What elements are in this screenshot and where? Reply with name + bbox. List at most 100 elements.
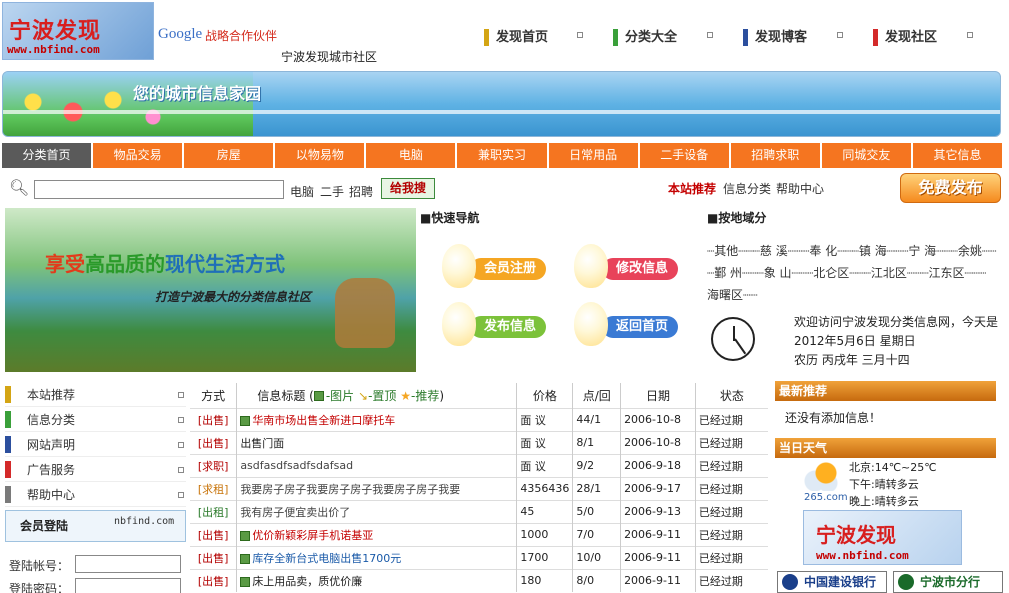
sidebar-item-statement[interactable]: 网站声明 xyxy=(5,433,186,457)
row-title[interactable]: 华南市场出售全新进口摩托车 xyxy=(236,407,518,431)
register-button[interactable]: 会员注册 xyxy=(442,244,554,290)
row-type: [出售] xyxy=(190,430,238,454)
category-info-link[interactable]: 信息分类 xyxy=(723,180,771,197)
welcome-line: 欢迎访问宁波发现分类信息网，今天是 xyxy=(794,315,999,329)
row-price: 面 议 xyxy=(516,407,574,431)
category-tab[interactable]: 分类首页 xyxy=(2,143,94,168)
sidebar-item-recommend[interactable]: 本站推荐 xyxy=(5,383,186,407)
row-type-label: [出售] xyxy=(197,413,229,427)
category-tab[interactable]: 二手设备 xyxy=(639,143,731,168)
col-title: 信息标题 (-图片 ↘-置顶 ★-推荐) xyxy=(236,383,518,408)
area-links[interactable]: ┈其他┈┈┈慈 溪┈┈┈奉 化┈┈┈镇 海┈┈┈宁 海┈┈┈余姚┈┈┈鄞 州┈┈… xyxy=(707,240,997,306)
row-type: [出售] xyxy=(190,522,238,546)
banner-title: 您的城市信息家园 xyxy=(133,84,262,103)
nav-blog[interactable]: 发现博客 xyxy=(743,26,807,46)
sidebar-item-label: 本站推荐 xyxy=(27,388,76,402)
category-tab[interactable]: 房屋 xyxy=(184,143,276,168)
sidebar-item-help[interactable]: 帮助中心 xyxy=(5,483,186,507)
egg-icon xyxy=(442,302,476,346)
top-icon: ↘ xyxy=(358,388,369,403)
row-price: 180 xyxy=(516,568,574,592)
square-icon xyxy=(178,442,184,448)
row-date: 2006-9-17 xyxy=(620,476,696,500)
account-input[interactable] xyxy=(75,555,181,573)
table-row[interactable]: [出售] 优价新颖彩屏手机诺基亚 1000 7/0 2006-9-11 已经过期 xyxy=(190,522,768,546)
account-label: 登陆帐号： xyxy=(9,559,70,573)
quick-nav-title: ■快速导航 xyxy=(420,211,480,225)
sidebar-item-categories[interactable]: 信息分类 xyxy=(5,408,186,432)
hot-word-link[interactable]: 电脑 xyxy=(290,183,314,200)
category-tab[interactable]: 以物易物 xyxy=(275,143,367,168)
row-title[interactable]: 我有房子便宜卖出价了 xyxy=(236,499,518,523)
page: 宁波发现 www.nbfind.com Google 战略合作伙伴 宁波发现城市… xyxy=(0,0,1009,593)
row-title[interactable]: asdfasdfsadfsdafsad xyxy=(236,453,518,477)
col-date: 日期 xyxy=(620,383,696,408)
hot-word-link[interactable]: 二手 xyxy=(320,183,344,200)
hot-word-link[interactable]: 招聘 xyxy=(349,183,373,200)
row-title-label: 床上用品卖，质优价廉 xyxy=(252,574,363,588)
slogan-part: 高品质的 xyxy=(85,252,165,276)
row-title[interactable]: 床上用品卖，质优价廉 xyxy=(236,568,518,592)
row-title[interactable]: 优价新颖彩屏手机诺基亚 xyxy=(236,522,518,546)
site-logo[interactable]: 宁波发现 www.nbfind.com xyxy=(2,2,154,60)
ccb-bank-link[interactable]: 中国建设银行 xyxy=(777,571,887,593)
weather-site[interactable]: 265.com xyxy=(804,492,848,503)
search-button[interactable]: 给我搜 xyxy=(381,178,435,199)
google-logo[interactable]: Google xyxy=(158,26,202,43)
table-row[interactable]: [出售] 库存全新台式电脑出售1700元 1700 10/0 2006-9-11 已经过期 xyxy=(190,545,768,569)
banner: 您的城市信息家园 xyxy=(2,71,1001,137)
category-tab[interactable]: 其它信息 xyxy=(912,143,1003,168)
row-date: 2006-10-8 xyxy=(620,407,696,431)
table-row[interactable]: [求职] asdfasdfsadfsdafsad 面 议 9/2 2006-9-18 已经… xyxy=(190,453,768,477)
category-tab[interactable]: 招聘求职 xyxy=(730,143,822,168)
category-tab[interactable]: 物品交易 xyxy=(93,143,185,168)
nav-home[interactable]: 发现首页 xyxy=(484,26,549,46)
back-home-label: 返回首页 xyxy=(602,316,679,338)
ad-logo-url: www.nbfind.com xyxy=(816,549,909,562)
row-type: [出租] xyxy=(190,499,238,523)
row-type: [出售] xyxy=(190,568,238,592)
back-home-button[interactable]: 返回首页 xyxy=(574,302,686,348)
latest-header: 最新推荐 xyxy=(775,381,996,401)
help-center-link[interactable]: 帮助中心 xyxy=(776,180,824,197)
nav-home-label: 发现首页 xyxy=(496,30,549,45)
weather-line: 下午:晴转多云 xyxy=(849,478,919,491)
category-tab[interactable]: 电脑 xyxy=(366,143,458,168)
site-recommend-link[interactable]: 本站推荐 xyxy=(668,180,716,197)
category-tab[interactable]: 同城交友 xyxy=(821,143,913,168)
row-type-label: [出售] xyxy=(197,528,229,542)
square-icon xyxy=(178,467,184,473)
promo-image[interactable]: 享受高品质的现代生活方式 打造宁波最大的分类信息社区 xyxy=(5,208,416,372)
sidebar-item-ads[interactable]: 广告服务 xyxy=(5,458,186,482)
row-status: 已经过期 xyxy=(695,545,768,569)
login-panel-header: 会员登陆 nbfind.com xyxy=(5,510,186,542)
welcome-date: 2012年5月6日 星期日 xyxy=(794,334,916,348)
table-row[interactable]: [求租] 我要房子房子我要房子房子我要房子房子我要 4356436 28/1 2006-… xyxy=(190,476,768,500)
row-status: 已经过期 xyxy=(695,522,768,546)
password-input[interactable] xyxy=(75,578,181,593)
row-title-label: 华南市场出售全新进口摩托车 xyxy=(252,413,396,427)
publish-info-button[interactable]: 发布信息 xyxy=(442,302,554,348)
table-row[interactable]: [出售] 华南市场出售全新进口摩托车 面 议 44/1 2006-10-8 已经过期 xyxy=(190,407,768,431)
row-title[interactable]: 出售门面 xyxy=(236,430,518,454)
row-status: 已经过期 xyxy=(695,499,768,523)
table-row[interactable]: [出售] 出售门面 面 议 8/1 2006-10-8 已经过期 xyxy=(190,430,768,454)
banner-stripe xyxy=(3,110,1000,114)
row-title[interactable]: 库存全新台式电脑出售1700元 xyxy=(236,545,518,569)
free-publish-button[interactable]: 免费发布 xyxy=(900,173,1001,203)
picture-icon xyxy=(240,415,251,426)
ningbo-branch-link[interactable]: 宁波市分行 xyxy=(893,571,1003,593)
bank-name: 中国建设银行 xyxy=(804,575,877,589)
nbfind-ad[interactable]: 宁波发现 www.nbfind.com xyxy=(803,510,962,565)
table-row[interactable]: [出售] 床上用品卖，质优价廉 180 8/0 2006-9-11 已经过期 xyxy=(190,568,768,592)
row-title[interactable]: 我要房子房子我要房子房子我要房子房子我要 xyxy=(236,476,518,500)
edit-info-button[interactable]: 修改信息 xyxy=(574,244,686,290)
category-tab[interactable]: 兼职实习 xyxy=(457,143,549,168)
search-input[interactable] xyxy=(34,180,284,199)
category-tab[interactable]: 日常用品 xyxy=(548,143,640,168)
row-clicks: 5/0 xyxy=(572,499,622,523)
weather-line: 北京:14℃~25℃ xyxy=(849,461,937,474)
nav-community[interactable]: 发现社区 xyxy=(873,26,937,46)
nav-categories[interactable]: 分类大全 xyxy=(613,26,677,46)
table-row[interactable]: [出租] 我有房子便宜卖出价了 45 5/0 2006-9-13 已经过期 xyxy=(190,499,768,523)
